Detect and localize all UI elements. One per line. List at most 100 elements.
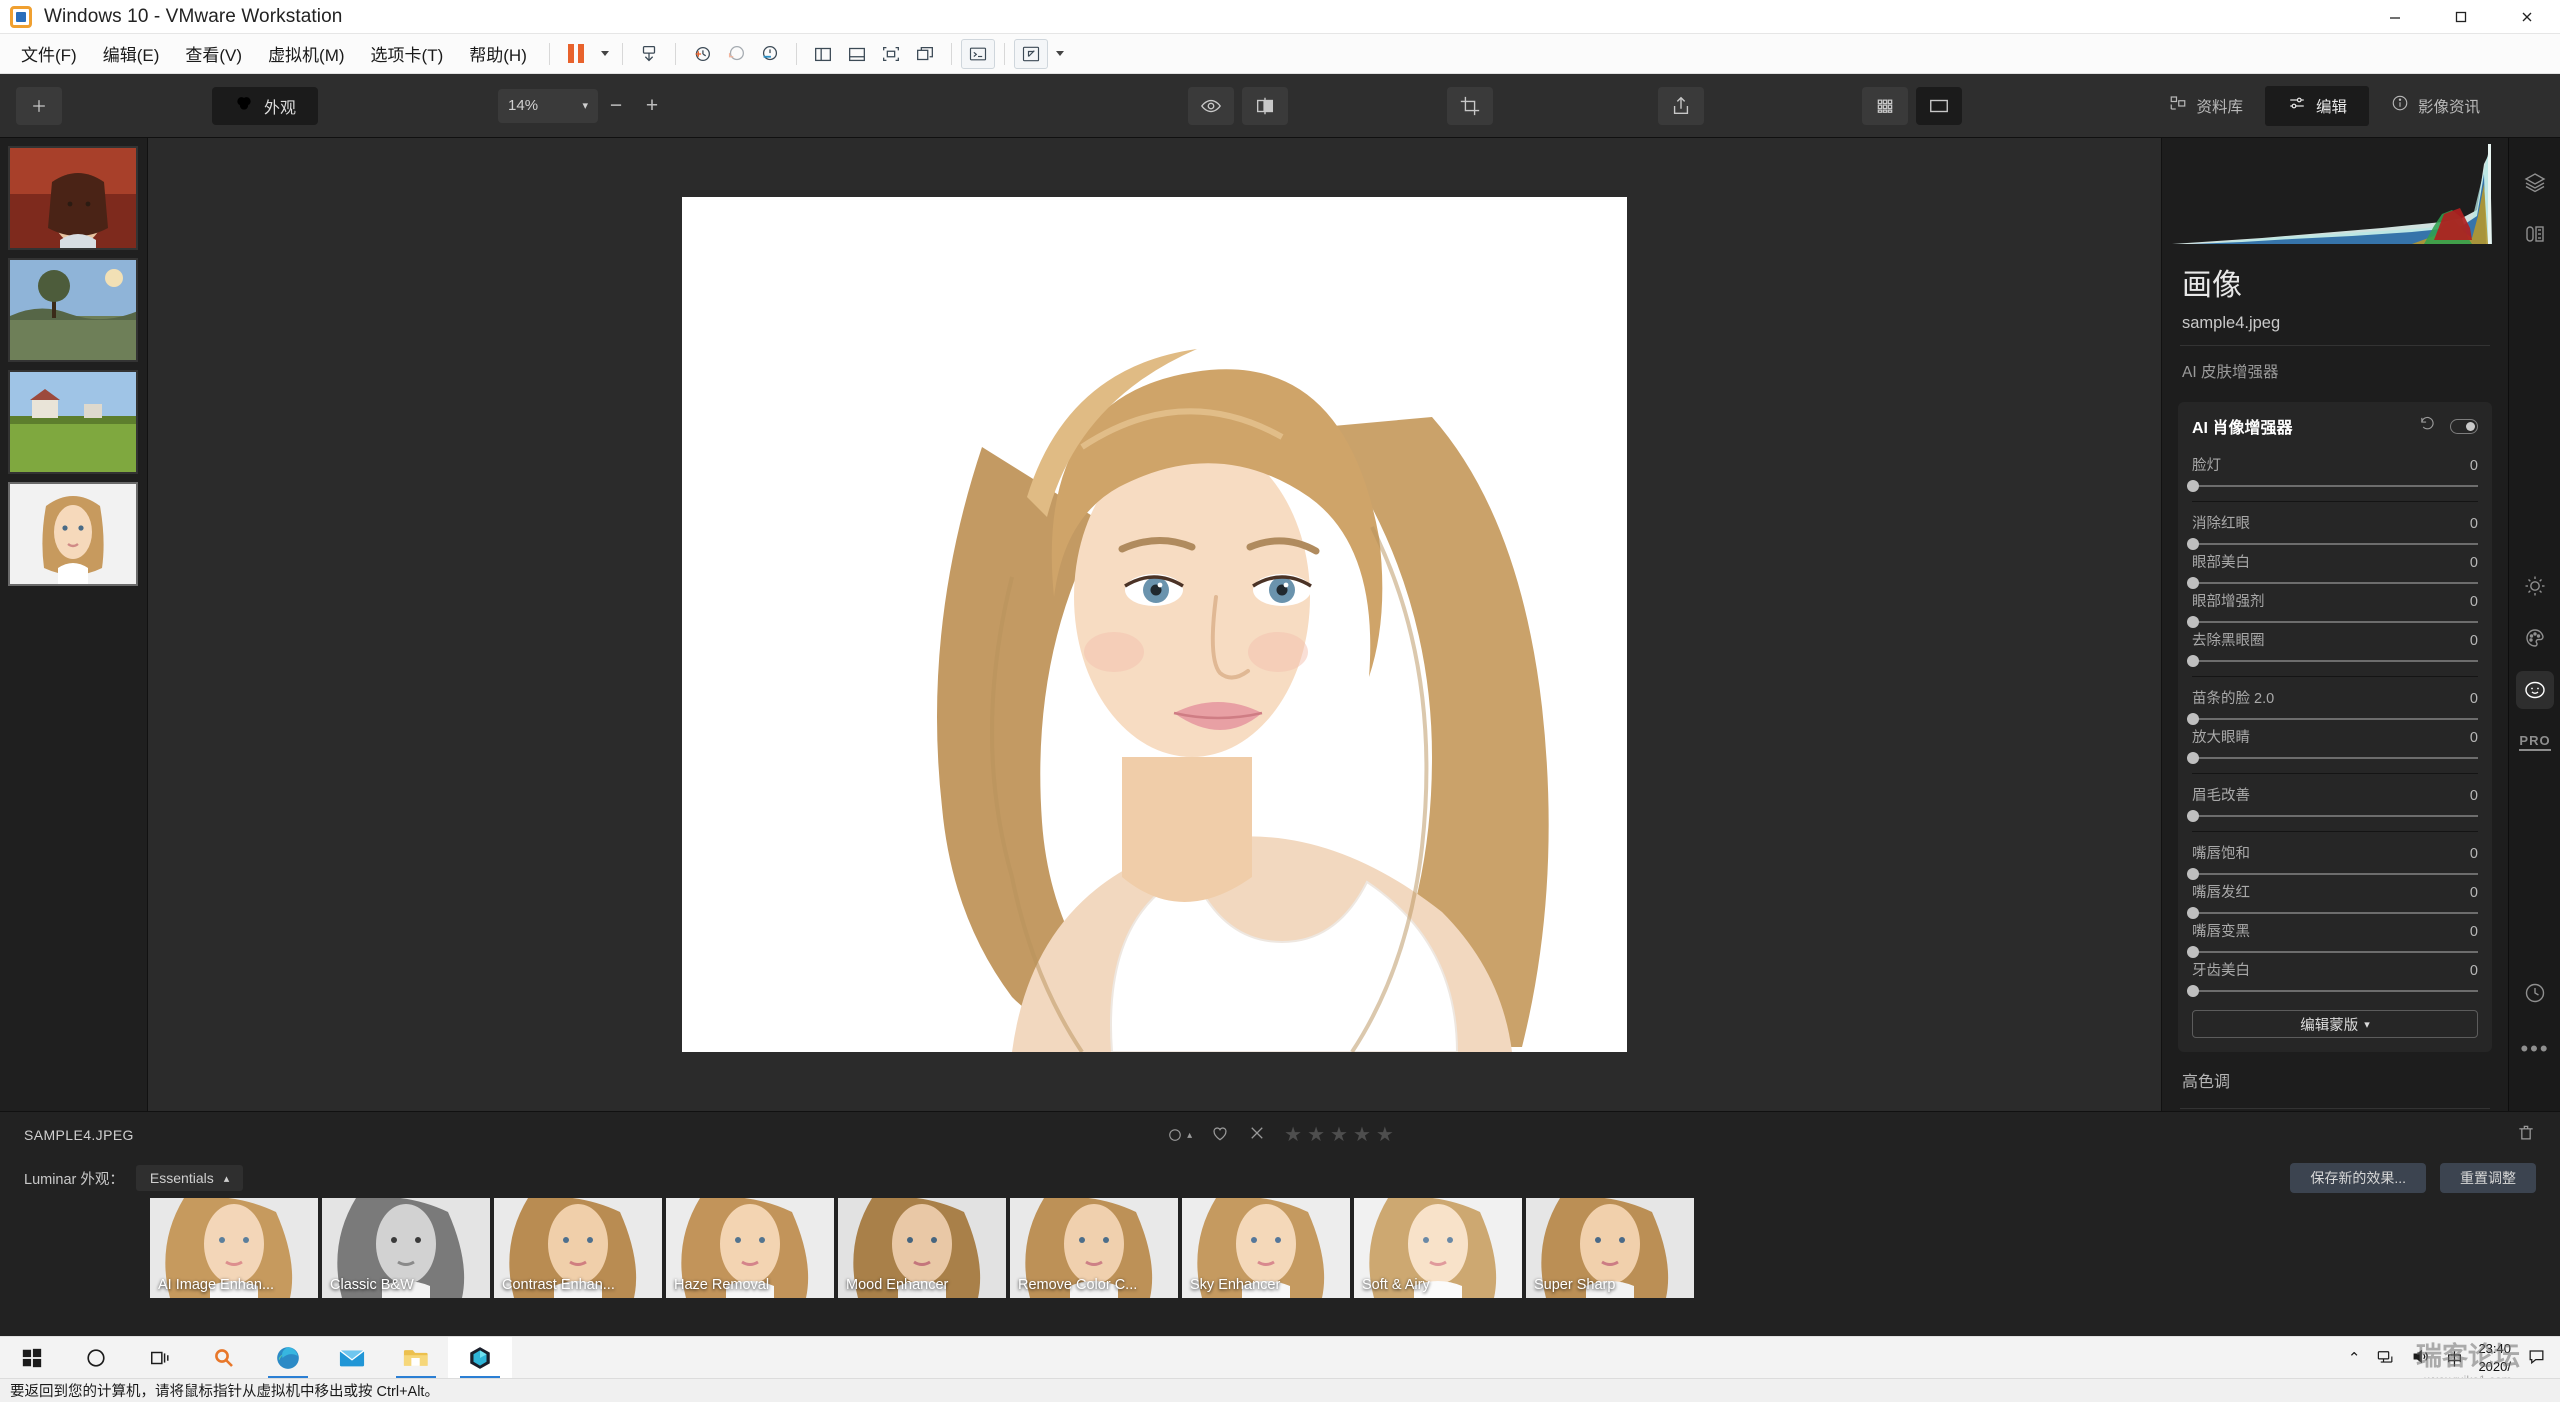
notifications-icon[interactable] xyxy=(2527,1347,2546,1369)
more-options-icon[interactable]: ••• xyxy=(2509,1023,2560,1075)
slider-track[interactable] xyxy=(2187,713,2478,725)
maximize-button[interactable] xyxy=(2428,0,2494,34)
slider-knob[interactable] xyxy=(2187,946,2199,958)
preset-item[interactable]: Mood Enhancer xyxy=(838,1198,1006,1298)
menu-view[interactable]: 查看(V) xyxy=(172,37,255,70)
slider-track[interactable] xyxy=(2187,907,2478,919)
slider-teeth-whitening[interactable]: 牙齿美白 0 xyxy=(2187,955,2478,997)
slider-dark-circles-removal[interactable]: 去除黑眼圈 0 xyxy=(2187,625,2478,667)
slider-track[interactable] xyxy=(2187,538,2478,550)
edge-icon[interactable] xyxy=(256,1337,320,1379)
slider-knob[interactable] xyxy=(2187,538,2199,550)
menu-help[interactable]: 帮助(H) xyxy=(456,37,540,70)
menu-file[interactable]: 文件(F) xyxy=(8,37,90,70)
slider-track[interactable] xyxy=(2187,868,2478,880)
star-3[interactable]: ★ xyxy=(1330,1125,1348,1145)
slider-track[interactable] xyxy=(2187,752,2478,764)
preset-item[interactable]: Classic B&W xyxy=(322,1198,490,1298)
slider-knob[interactable] xyxy=(2187,907,2199,919)
star-rating[interactable]: ★ ★ ★ ★ ★ xyxy=(1284,1125,1394,1145)
send-to-icon[interactable] xyxy=(632,39,666,69)
unity-caret-icon[interactable] xyxy=(1048,39,1068,69)
share-button[interactable] xyxy=(1658,86,1704,125)
section-ai-skin-enhancer[interactable]: AI 皮肤增强器 xyxy=(2178,346,2492,396)
slider-knob[interactable] xyxy=(2187,616,2199,628)
edit-mask-button[interactable]: 编辑蒙版 ▾ xyxy=(2192,1010,2478,1038)
visibility-toggle[interactable] xyxy=(2450,418,2478,434)
taskbar-clock[interactable]: 23:40 2020/ xyxy=(2478,1340,2511,1375)
preset-item[interactable]: Super Sharp xyxy=(1526,1198,1694,1298)
preset-item[interactable]: Contrast Enhan... xyxy=(494,1198,662,1298)
multiple-windows-icon[interactable] xyxy=(908,39,942,69)
save-new-look-button[interactable]: 保存新的效果... xyxy=(2290,1163,2426,1193)
trash-icon[interactable] xyxy=(2516,1123,2536,1148)
menu-vm[interactable]: 虚拟机(M) xyxy=(255,37,357,70)
slider-lips-redness[interactable]: 嘴唇发红 0 xyxy=(2187,877,2478,919)
zoom-in-button[interactable]: + xyxy=(634,89,670,123)
essentials-sun-icon[interactable] xyxy=(2509,560,2560,612)
snapshot-revert-icon[interactable] xyxy=(719,39,753,69)
preset-item[interactable]: Soft & Airy xyxy=(1354,1198,1522,1298)
slider-eye-whitening[interactable]: 眼部美白 0 xyxy=(2187,547,2478,589)
tab-library[interactable]: 资料库 xyxy=(2147,86,2265,126)
slider-track[interactable] xyxy=(2187,985,2478,997)
tab-image-info[interactable]: 影像资讯 xyxy=(2369,86,2502,126)
creative-palette-icon[interactable] xyxy=(2509,612,2560,664)
slider-eye-enhancer[interactable]: 眼部增强剂 0 xyxy=(2187,586,2478,628)
preview-eye-button[interactable] xyxy=(1188,86,1234,125)
snapshot-manager-icon[interactable] xyxy=(753,39,787,69)
canvas-area[interactable] xyxy=(148,138,2161,1111)
heart-icon[interactable] xyxy=(1210,1123,1230,1148)
preset-item[interactable]: AI Image Enhan... xyxy=(150,1198,318,1298)
reject-x-icon[interactable] xyxy=(1248,1124,1266,1147)
unity-icon[interactable] xyxy=(1013,38,1048,69)
ime-indicator[interactable]: 中 xyxy=(2446,1346,2462,1370)
slider-face-light[interactable]: 脸灯 0 xyxy=(2187,450,2478,492)
zoom-select[interactable]: 14% ▾ xyxy=(498,88,599,123)
slider-knob[interactable] xyxy=(2187,577,2199,589)
volume-icon[interactable] xyxy=(2411,1347,2430,1369)
slider-track[interactable] xyxy=(2187,616,2478,628)
task-view-icon[interactable] xyxy=(128,1337,192,1379)
luminar-icon[interactable] xyxy=(448,1336,512,1379)
filmstrip-thumb-selected[interactable] xyxy=(8,482,138,586)
slider-slim-face[interactable]: 苗条的脸 2.0 0 xyxy=(2187,683,2478,725)
tab-edit[interactable]: 编辑 xyxy=(2264,85,2369,126)
add-images-button[interactable] xyxy=(16,86,62,125)
section-high-key[interactable]: 高色调 xyxy=(2178,1052,2492,1108)
main-photo[interactable] xyxy=(682,197,1627,1052)
slider-track[interactable] xyxy=(2187,810,2478,822)
pause-icon[interactable] xyxy=(559,39,593,69)
slider-enlarge-eyes[interactable]: 放大眼睛 0 xyxy=(2187,722,2478,764)
slider-red-eye-removal[interactable]: 消除红眼 0 xyxy=(2187,508,2478,550)
slider-track[interactable] xyxy=(2187,480,2478,492)
filmstrip-thumb[interactable] xyxy=(8,370,138,474)
portrait-face-icon[interactable] xyxy=(2509,664,2560,716)
mail-icon[interactable] xyxy=(320,1337,384,1379)
slider-knob[interactable] xyxy=(2187,480,2199,492)
slider-knob[interactable] xyxy=(2187,868,2199,880)
star-5[interactable]: ★ xyxy=(1376,1125,1394,1145)
preset-item[interactable]: Haze Removal xyxy=(666,1198,834,1298)
history-clock-icon[interactable] xyxy=(2509,967,2560,1019)
grid-view-button[interactable] xyxy=(1862,86,1908,125)
show-hidden-icons-chevron[interactable]: ⌃ xyxy=(2348,1349,2361,1367)
filmstrip-thumb[interactable] xyxy=(8,146,138,250)
slider-knob[interactable] xyxy=(2187,810,2199,822)
file-explorer-icon[interactable] xyxy=(384,1337,448,1379)
star-1[interactable]: ★ xyxy=(1284,1125,1302,1145)
compare-split-button[interactable] xyxy=(1242,86,1288,125)
pro-badge-icon[interactable]: PRO xyxy=(2509,716,2560,768)
menu-edit[interactable]: 编辑(E) xyxy=(90,37,173,70)
star-4[interactable]: ★ xyxy=(1353,1125,1371,1145)
tools-icon[interactable] xyxy=(2509,208,2560,260)
slider-lips-saturation[interactable]: 嘴唇饱和 0 xyxy=(2187,838,2478,880)
slider-track[interactable] xyxy=(2187,655,2478,667)
snapshot-add-icon[interactable] xyxy=(685,39,719,69)
network-icon[interactable] xyxy=(2376,1347,2395,1369)
layers-icon[interactable] xyxy=(2509,156,2560,208)
slider-lips-darken[interactable]: 嘴唇变黑 0 xyxy=(2187,916,2478,958)
filmstrip-thumb[interactable] xyxy=(8,258,138,362)
looks-collection-select[interactable]: Essentials ▴ xyxy=(135,1165,244,1191)
crop-button[interactable] xyxy=(1447,86,1493,125)
